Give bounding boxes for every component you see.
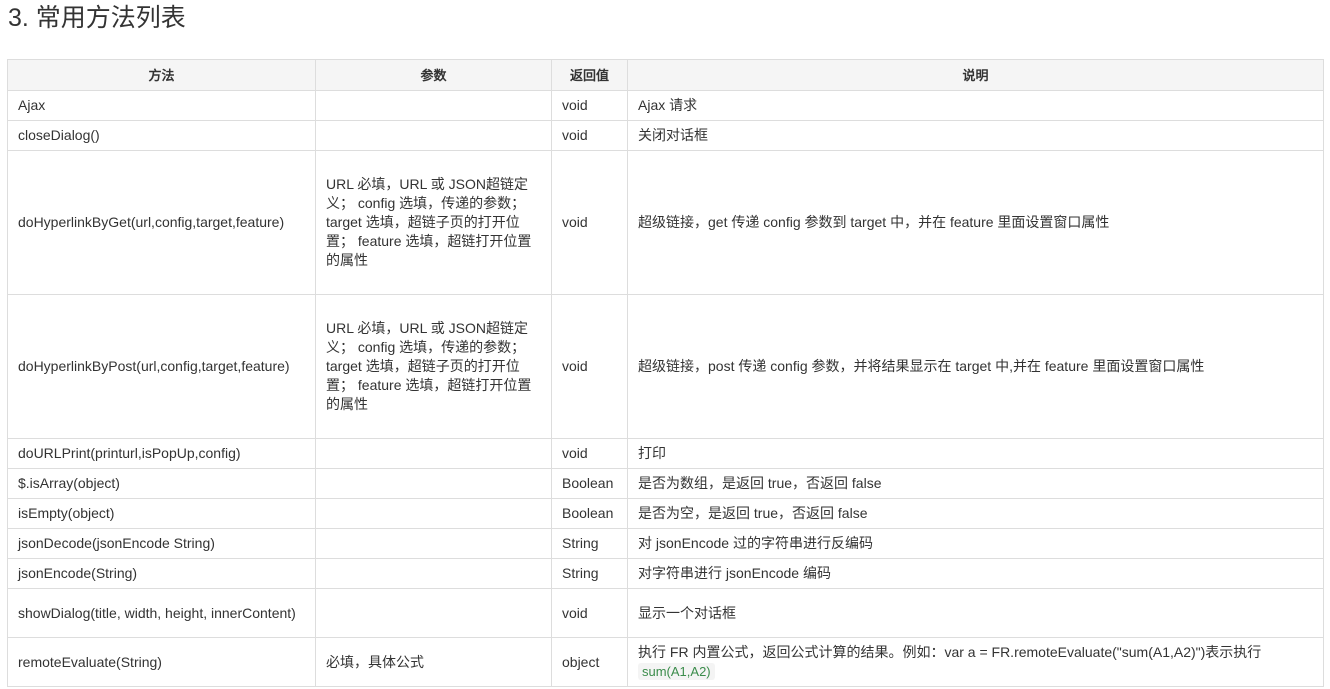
description-cell: 超级链接，get 传递 config 参数到 target 中，并在 featu… (627, 150, 1324, 295)
table-row: closeDialog() void 关闭对话框 (7, 120, 1324, 151)
header-description: 说明 (627, 59, 1324, 91)
methods-table: 方法 参数 返回值 说明 Ajax void Ajax 请求 closeDial… (7, 59, 1324, 687)
returns-cell: void (551, 150, 628, 295)
table-row: doHyperlinkByPost(url,config,target,feat… (7, 294, 1324, 439)
method-cell: jsonDecode(jsonEncode String) (7, 528, 316, 559)
method-cell: jsonEncode(String) (7, 558, 316, 589)
returns-cell: Boolean (551, 498, 628, 529)
description-cell: 打印 (627, 438, 1324, 469)
method-cell: doHyperlinkByGet(url,config,target,featu… (7, 150, 316, 295)
table-row: remoteEvaluate(String) 必填，具体公式 object 执行… (7, 637, 1324, 687)
page-title: 3. 常用方法列表 (8, 4, 186, 32)
table-row: isEmpty(object) Boolean 是否为空，是返回 true，否返… (7, 498, 1324, 529)
description-cell: 对字符串进行 jsonEncode 编码 (627, 558, 1324, 589)
description-cell: 是否为空，是返回 true，否返回 false (627, 498, 1324, 529)
description-cell: 是否为数组，是返回 true，否返回 false (627, 468, 1324, 499)
table-row: Ajax void Ajax 请求 (7, 90, 1324, 121)
params-cell (315, 558, 552, 589)
method-cell: isEmpty(object) (7, 498, 316, 529)
method-cell: closeDialog() (7, 120, 316, 151)
table-row: $.isArray(object) Boolean 是否为数组，是返回 true… (7, 468, 1324, 499)
method-cell: doURLPrint(printurl,isPopUp,config) (7, 438, 316, 469)
header-returns: 返回值 (551, 59, 628, 91)
description-cell: 执行 FR 内置公式，返回公式计算的结果。例如：var a = FR.remot… (627, 637, 1324, 687)
header-method: 方法 (7, 59, 316, 91)
returns-cell: void (551, 438, 628, 469)
description-cell: 超级链接，post 传递 config 参数，并将结果显示在 target 中,… (627, 294, 1324, 439)
params-cell: URL 必填，URL 或 JSON超链定义； config 选填，传递的参数； … (315, 294, 552, 439)
description-text: 执行 FR 内置公式，返回公式计算的结果。例如：var a = FR.remot… (638, 644, 1262, 660)
method-cell: Ajax (7, 90, 316, 121)
table-row: jsonEncode(String) String 对字符串进行 jsonEnc… (7, 558, 1324, 589)
params-cell (315, 588, 552, 638)
returns-cell: void (551, 90, 628, 121)
table-row: jsonDecode(jsonEncode String) String 对 j… (7, 528, 1324, 559)
params-cell: 必填，具体公式 (315, 637, 552, 687)
returns-cell: void (551, 294, 628, 439)
params-cell (315, 120, 552, 151)
params-cell (315, 468, 552, 499)
method-cell: showDialog(title, width, height, innerCo… (7, 588, 316, 638)
returns-cell: object (551, 637, 628, 687)
returns-cell: String (551, 558, 628, 589)
returns-cell: Boolean (551, 468, 628, 499)
params-cell (315, 498, 552, 529)
params-cell (315, 90, 552, 121)
description-cell: 关闭对话框 (627, 120, 1324, 151)
method-cell: doHyperlinkByPost(url,config,target,feat… (7, 294, 316, 439)
returns-cell: void (551, 588, 628, 638)
table-row: doURLPrint(printurl,isPopUp,config) void… (7, 438, 1324, 469)
method-cell: $.isArray(object) (7, 468, 316, 499)
params-cell: URL 必填，URL 或 JSON超链定义； config 选填，传递的参数； … (315, 150, 552, 295)
description-cell: 对 jsonEncode 过的字符串进行反编码 (627, 528, 1324, 559)
method-cell: remoteEvaluate(String) (7, 637, 316, 687)
params-cell (315, 438, 552, 469)
header-params: 参数 (315, 59, 552, 91)
returns-cell: String (551, 528, 628, 559)
inline-code: sum(A1,A2) (638, 663, 715, 680)
description-cell: 显示一个对话框 (627, 588, 1324, 638)
table-header-row: 方法 参数 返回值 说明 (7, 59, 1324, 91)
description-cell: Ajax 请求 (627, 90, 1324, 121)
params-cell (315, 528, 552, 559)
returns-cell: void (551, 120, 628, 151)
table-row: doHyperlinkByGet(url,config,target,featu… (7, 150, 1324, 295)
table-row: showDialog(title, width, height, innerCo… (7, 588, 1324, 638)
